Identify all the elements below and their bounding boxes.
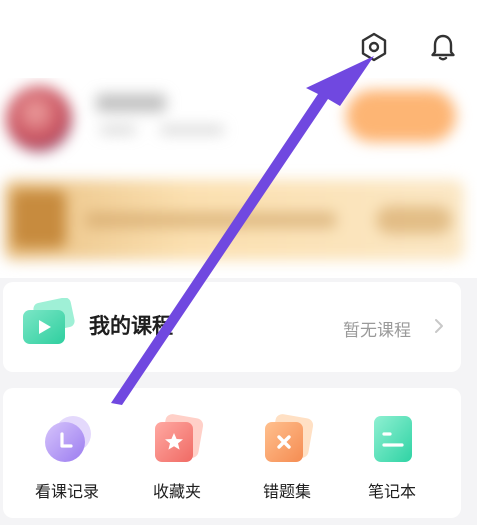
profile-action-button-blurred[interactable] <box>346 90 456 142</box>
tool-label: 错题集 <box>262 482 311 501</box>
avatar[interactable] <box>6 86 72 152</box>
my-courses-card[interactable]: 我的课程 暂无课程 <box>3 282 461 372</box>
tool-label: 收藏夹 <box>152 482 201 501</box>
tool-notebook[interactable]: 笔记本 <box>342 412 442 512</box>
user-info-blurred <box>100 126 136 134</box>
tool-favorites[interactable]: 收藏夹 <box>127 412 227 512</box>
vip-banner-icon <box>12 190 66 248</box>
blurred-profile-content <box>0 78 477 278</box>
tool-wrong-questions[interactable]: 错题集 <box>237 412 337 512</box>
star-icon <box>155 414 204 462</box>
tool-label: 笔记本 <box>367 482 416 501</box>
top-bar <box>0 0 477 78</box>
my-courses-title: 我的课程 <box>89 314 173 338</box>
settings-hexagon-icon <box>361 32 387 62</box>
chevron-right-icon <box>435 319 443 333</box>
user-info-blurred-2 <box>160 126 224 134</box>
cross-icon <box>265 414 314 462</box>
note-icon <box>374 416 412 462</box>
vip-banner-button-blurred[interactable] <box>376 206 452 234</box>
profile-section <box>0 78 477 278</box>
notifications-button[interactable] <box>426 30 460 64</box>
bell-icon <box>431 34 455 61</box>
tool-watch-history[interactable]: 看课记录 <box>17 412 117 512</box>
clock-icon <box>45 416 91 462</box>
tool-label: 看课记录 <box>34 482 99 501</box>
course-play-icon <box>23 298 75 344</box>
course-status-text: 暂无课程 <box>343 321 411 341</box>
settings-button[interactable] <box>357 30 391 64</box>
vip-banner-text-blurred <box>86 212 336 228</box>
tools-card: 看课记录 收藏夹 错题集 笔记本 <box>3 388 461 518</box>
user-name-blurred <box>96 94 166 112</box>
